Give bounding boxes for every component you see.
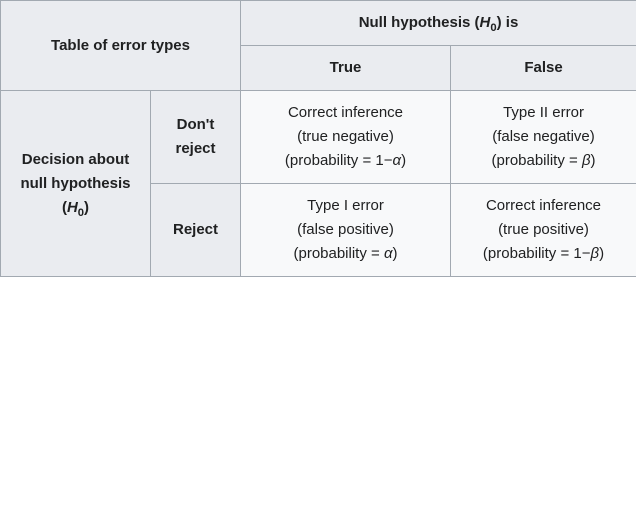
col-header-false: False xyxy=(451,46,636,91)
drt-line2: (true negative) xyxy=(249,125,442,149)
table-title-cell: Table of error types xyxy=(1,1,241,91)
table-title: Table of error types xyxy=(51,37,190,54)
dont-reject-label: Don't reject xyxy=(175,116,215,157)
cell-reject-true: Type I error (false positive) (probabili… xyxy=(241,184,451,277)
decision-suffix: ) xyxy=(84,199,89,216)
rt-line1: Type I error xyxy=(249,194,442,218)
row-header-reject: Reject xyxy=(151,184,241,277)
null-hypothesis-header: Null hypothesis (H0) is xyxy=(241,1,636,46)
drf-line3: (probability = β) xyxy=(459,149,628,173)
nh-prefix: Null hypothesis ( xyxy=(359,14,480,31)
drt-line1: Correct inference xyxy=(249,101,442,125)
drf-line1: Type II error xyxy=(459,101,628,125)
row-header-decision: Decision about null hypothesis (H0) xyxy=(1,91,151,277)
rt-line2: (false positive) xyxy=(249,218,442,242)
rf-line2: (true positive) xyxy=(459,218,628,242)
reject-label: Reject xyxy=(173,221,218,238)
rf-line1: Correct inference xyxy=(459,194,628,218)
cell-dont-reject-true: Correct inference (true negative) (proba… xyxy=(241,91,451,184)
rt-line3: (probability = α) xyxy=(249,242,442,266)
nh-symbol: H xyxy=(480,14,491,31)
error-types-table: Table of error types Null hypothesis (H0… xyxy=(0,0,636,277)
drf-line2: (false negative) xyxy=(459,125,628,149)
col-false-label: False xyxy=(524,59,562,76)
col-header-true: True xyxy=(241,46,451,91)
drt-line3: (probability = 1−α) xyxy=(249,149,442,173)
row-header-dont-reject: Don't reject xyxy=(151,91,241,184)
rf-line3: (probability = 1−β) xyxy=(459,242,628,266)
decision-symbol: H xyxy=(67,199,78,216)
cell-dont-reject-false: Type II error (false negative) (probabil… xyxy=(451,91,636,184)
col-true-label: True xyxy=(330,59,362,76)
nh-suffix: ) is xyxy=(497,14,519,31)
cell-reject-false: Correct inference (true positive) (proba… xyxy=(451,184,636,277)
